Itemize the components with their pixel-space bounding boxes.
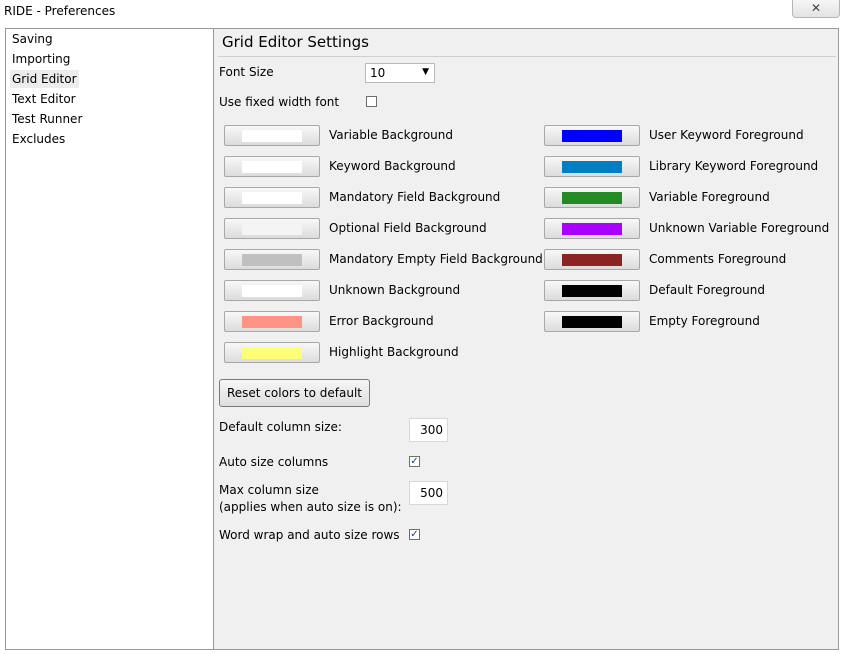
default-column-size-input[interactable]: 300 bbox=[409, 418, 448, 442]
color-picker-button[interactable] bbox=[224, 342, 320, 363]
color-picker-button[interactable] bbox=[224, 280, 320, 301]
color-picker-button[interactable] bbox=[224, 156, 320, 177]
page-title: Grid Editor Settings bbox=[222, 33, 369, 51]
color-swatch bbox=[562, 223, 622, 235]
color-label: Unknown Variable Foreground bbox=[649, 221, 830, 235]
font-size-select[interactable]: 10 ▼ bbox=[365, 63, 435, 83]
fixed-width-font-label: Use fixed width font bbox=[219, 95, 340, 109]
sidebar-item-saving[interactable]: Saving bbox=[10, 30, 55, 48]
max-column-size-hint: (applies when auto size is on): bbox=[219, 500, 402, 514]
color-picker-button[interactable] bbox=[224, 311, 320, 332]
color-label: Unknown Background bbox=[329, 283, 461, 297]
sidebar-item-text-editor[interactable]: Text Editor bbox=[10, 90, 78, 108]
color-picker-button[interactable] bbox=[544, 311, 640, 332]
color-label: Default Foreground bbox=[649, 283, 765, 297]
color-picker-button[interactable] bbox=[544, 280, 640, 301]
sidebar-item-excludes[interactable]: Excludes bbox=[10, 130, 67, 148]
color-swatch bbox=[242, 285, 302, 297]
color-swatch bbox=[562, 285, 622, 297]
grid-editor-settings-panel: Grid Editor Settings Font Size 10 ▼ Use … bbox=[213, 28, 839, 650]
color-label: Mandatory Empty Field Background bbox=[329, 252, 543, 266]
word-wrap-checkbox[interactable]: ✓ bbox=[409, 529, 420, 540]
sidebar-item-importing[interactable]: Importing bbox=[10, 50, 72, 68]
color-swatch bbox=[562, 316, 622, 328]
color-picker-button[interactable] bbox=[224, 249, 320, 270]
auto-size-columns-checkbox[interactable]: ✓ bbox=[409, 456, 420, 467]
color-picker-button[interactable] bbox=[544, 187, 640, 208]
color-swatch bbox=[562, 254, 622, 266]
color-label: Comments Foreground bbox=[649, 252, 787, 266]
color-label: User Keyword Foreground bbox=[649, 128, 804, 142]
color-label: Empty Foreground bbox=[649, 314, 760, 328]
color-swatch bbox=[562, 192, 622, 204]
sidebar-item-test-runner[interactable]: Test Runner bbox=[10, 110, 84, 128]
color-swatch bbox=[242, 347, 302, 359]
chevron-down-icon: ▼ bbox=[422, 67, 429, 77]
color-swatch bbox=[242, 254, 302, 266]
color-label: Highlight Background bbox=[329, 345, 459, 359]
color-picker-button[interactable] bbox=[224, 125, 320, 146]
preferences-sidebar: Saving Importing Grid Editor Text Editor… bbox=[5, 28, 215, 650]
color-label: Mandatory Field Background bbox=[329, 190, 501, 204]
color-label: Variable Foreground bbox=[649, 190, 770, 204]
color-label: Variable Background bbox=[329, 128, 453, 142]
reset-colors-button[interactable]: Reset colors to default bbox=[219, 379, 370, 407]
color-picker-button[interactable] bbox=[544, 125, 640, 146]
close-icon: ✕ bbox=[810, 1, 822, 15]
checkmark-icon: ✓ bbox=[410, 529, 419, 540]
close-button[interactable]: ✕ bbox=[792, 0, 840, 18]
color-swatch bbox=[242, 192, 302, 204]
color-swatch bbox=[242, 161, 302, 173]
checkmark-icon: ✓ bbox=[410, 456, 419, 467]
color-picker-button[interactable] bbox=[224, 218, 320, 239]
color-swatch bbox=[562, 130, 622, 142]
word-wrap-label: Word wrap and auto size rows bbox=[219, 528, 400, 542]
color-label: Keyword Background bbox=[329, 159, 456, 173]
auto-size-columns-label: Auto size columns bbox=[219, 455, 329, 469]
color-picker-button[interactable] bbox=[544, 218, 640, 239]
color-label: Library Keyword Foreground bbox=[649, 159, 819, 173]
color-label: Error Background bbox=[329, 314, 434, 328]
max-column-size-input[interactable]: 500 bbox=[409, 481, 448, 505]
font-size-label: Font Size bbox=[219, 65, 274, 79]
title-bar: RIDE - Preferences ✕ bbox=[0, 0, 845, 24]
fixed-width-font-checkbox[interactable] bbox=[366, 96, 377, 107]
color-swatch bbox=[242, 223, 302, 235]
window-title: RIDE - Preferences bbox=[4, 4, 116, 18]
color-picker-button[interactable] bbox=[544, 156, 640, 177]
color-picker-button[interactable] bbox=[544, 249, 640, 270]
max-column-size-label: Max column size bbox=[219, 483, 319, 497]
color-picker-button[interactable] bbox=[224, 187, 320, 208]
title-divider bbox=[218, 56, 836, 57]
default-column-size-label: Default column size: bbox=[219, 420, 342, 434]
color-swatch bbox=[242, 316, 302, 328]
sidebar-item-grid-editor[interactable]: Grid Editor bbox=[10, 70, 79, 88]
font-size-value: 10 bbox=[370, 66, 386, 80]
color-swatch bbox=[242, 130, 302, 142]
color-swatch bbox=[562, 161, 622, 173]
color-label: Optional Field Background bbox=[329, 221, 487, 235]
